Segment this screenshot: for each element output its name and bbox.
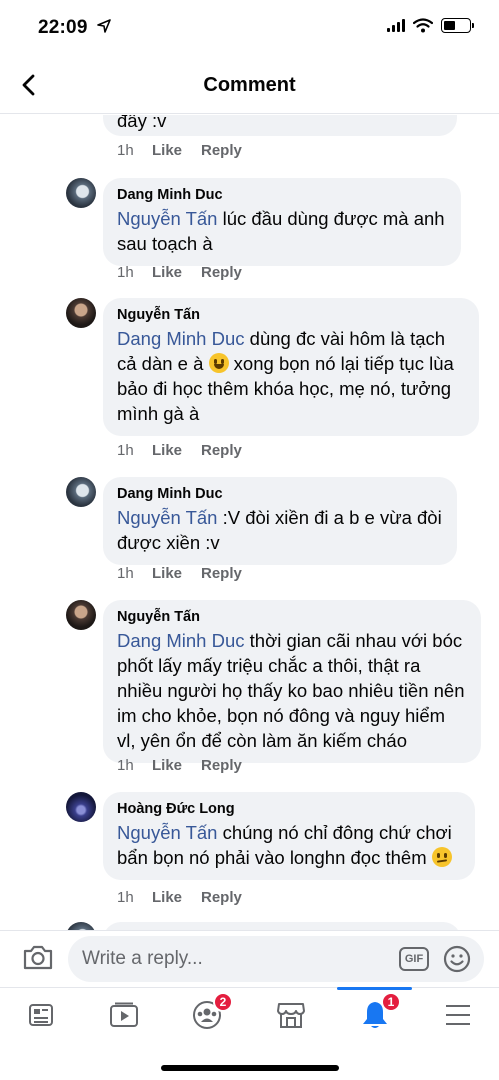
active-tab-indicator — [337, 987, 412, 990]
comment-actions: 1h Like Reply — [117, 264, 242, 281]
tab-menu[interactable] — [438, 998, 478, 1032]
mention-link[interactable]: Nguyễn Tấn — [117, 208, 217, 229]
tab-watch[interactable] — [104, 998, 144, 1032]
news-feed-icon — [29, 1004, 53, 1026]
tab-groups[interactable]: 2 — [187, 992, 233, 1032]
like-button[interactable]: Like — [152, 757, 201, 774]
like-button[interactable]: Like — [152, 442, 201, 459]
gif-button[interactable]: GIF — [399, 947, 429, 971]
location-arrow-icon — [97, 19, 111, 33]
emoji-icon[interactable] — [443, 945, 471, 973]
comment-time: 1h — [117, 757, 134, 774]
reply-button[interactable]: Reply — [201, 442, 242, 459]
comment-time: 1h — [117, 442, 134, 459]
avatar[interactable] — [66, 792, 96, 822]
tab-news-feed[interactable] — [21, 998, 61, 1032]
comment-text: Nguyễn Tấn :V đòi xiền đi a b e vừa đòi … — [117, 507, 442, 553]
tab-notifications[interactable]: 1 — [355, 992, 401, 1032]
reply-button[interactable]: Reply — [201, 565, 242, 582]
like-button[interactable]: Like — [152, 889, 201, 906]
avatar[interactable] — [66, 477, 96, 507]
comment-author[interactable]: Dang Minh Duc — [117, 485, 443, 503]
comment-time: 1h — [117, 889, 134, 906]
comment-text: Nguyễn Tấn lúc đầu dùng được mà anh sau … — [117, 208, 445, 254]
comment-text: Dang Minh Duc thời gian cãi nhau với bóc… — [117, 630, 465, 751]
reply-composer: GIF — [0, 930, 499, 987]
comment-time: 1h — [117, 565, 134, 582]
mention-link[interactable]: Dang Minh Duc — [117, 630, 245, 651]
comment-bubble — [103, 922, 461, 930]
page-title: Comment — [203, 74, 296, 96]
like-button[interactable]: Like — [152, 142, 201, 159]
like-button[interactable]: Like — [152, 565, 201, 582]
comment-bubble: Nguyễn Tấn Dang Minh Duc thời gian cãi n… — [103, 600, 481, 763]
battery-icon — [441, 18, 474, 33]
comment-text: Dang Minh Duc dùng đc vài hôm là tạch cả… — [117, 328, 454, 424]
comment-text: đây :v — [117, 115, 167, 131]
status-icons — [387, 18, 474, 33]
comment-bubble: Hoàng Đức Long Nguyễn Tấn chúng nó chỉ đ… — [103, 792, 475, 880]
comment-time: 1h — [117, 264, 134, 281]
notification-badge: 1 — [381, 992, 401, 1012]
reply-button[interactable]: Reply — [201, 889, 242, 906]
avatar[interactable] — [66, 600, 96, 630]
tab-marketplace[interactable] — [271, 998, 311, 1032]
comment-author[interactable]: Nguyễn Tấn — [117, 306, 465, 324]
avatar[interactable] — [66, 178, 96, 208]
reply-button[interactable]: Reply — [201, 757, 242, 774]
cellular-signal-icon — [387, 19, 405, 32]
status-time: 22:09 — [38, 17, 88, 38]
mention-link[interactable]: Nguyễn Tấn — [117, 507, 217, 528]
comment-actions: 1h Like Reply — [117, 757, 242, 774]
reply-button[interactable]: Reply — [201, 264, 242, 281]
nav-bar: Comment — [0, 58, 499, 114]
raised-eyebrow-emoji-icon — [431, 847, 452, 867]
comment-bubble: Dang Minh Duc Nguyễn Tấn :V đòi xiền đi … — [103, 477, 457, 565]
comment-bubble: Nguyễn Tấn Dang Minh Duc dùng đc vài hôm… — [103, 298, 479, 436]
reply-button[interactable]: Reply — [201, 142, 242, 159]
avatar[interactable] — [66, 298, 96, 328]
tab-bar: 2 1 — [0, 987, 499, 1080]
comment-author[interactable]: Hoàng Đức Long — [117, 800, 461, 818]
comment-thread[interactable]: đây :v 1h Like Reply Dang Minh Duc Nguyễ… — [0, 115, 499, 930]
avatar[interactable] — [66, 922, 96, 930]
comment-actions: 1h Like Reply — [117, 889, 242, 906]
like-button[interactable]: Like — [152, 264, 201, 281]
mention-link[interactable]: Nguyễn Tấn — [117, 822, 217, 843]
camera-icon[interactable] — [22, 943, 54, 971]
comment-author[interactable]: Dang Minh Duc — [117, 186, 447, 204]
comment-bubble: đây :v — [103, 115, 457, 136]
comment-time: 1h — [117, 142, 134, 159]
hamburger-menu-icon — [446, 1005, 470, 1025]
comment-actions: 1h Like Reply — [117, 142, 242, 159]
marketplace-icon — [277, 1003, 305, 1028]
comment-actions: 1h Like Reply — [117, 442, 242, 459]
comment-author[interactable]: Nguyễn Tấn — [117, 608, 467, 626]
grinning-emoji-icon — [208, 353, 229, 373]
comment-bubble: Dang Minh Duc Nguyễn Tấn lúc đầu dùng đư… — [103, 178, 461, 266]
home-indicator[interactable] — [161, 1065, 339, 1071]
comment-actions: 1h Like Reply — [117, 565, 242, 582]
mention-link[interactable]: Dang Minh Duc — [117, 328, 245, 349]
comment-text: Nguyễn Tấn chúng nó chỉ đông chứ chơi bẩ… — [117, 822, 452, 868]
watch-video-icon — [110, 1002, 138, 1027]
wifi-icon — [413, 18, 433, 33]
notification-badge: 2 — [213, 992, 233, 1012]
status-bar: 22:09 — [0, 0, 499, 58]
